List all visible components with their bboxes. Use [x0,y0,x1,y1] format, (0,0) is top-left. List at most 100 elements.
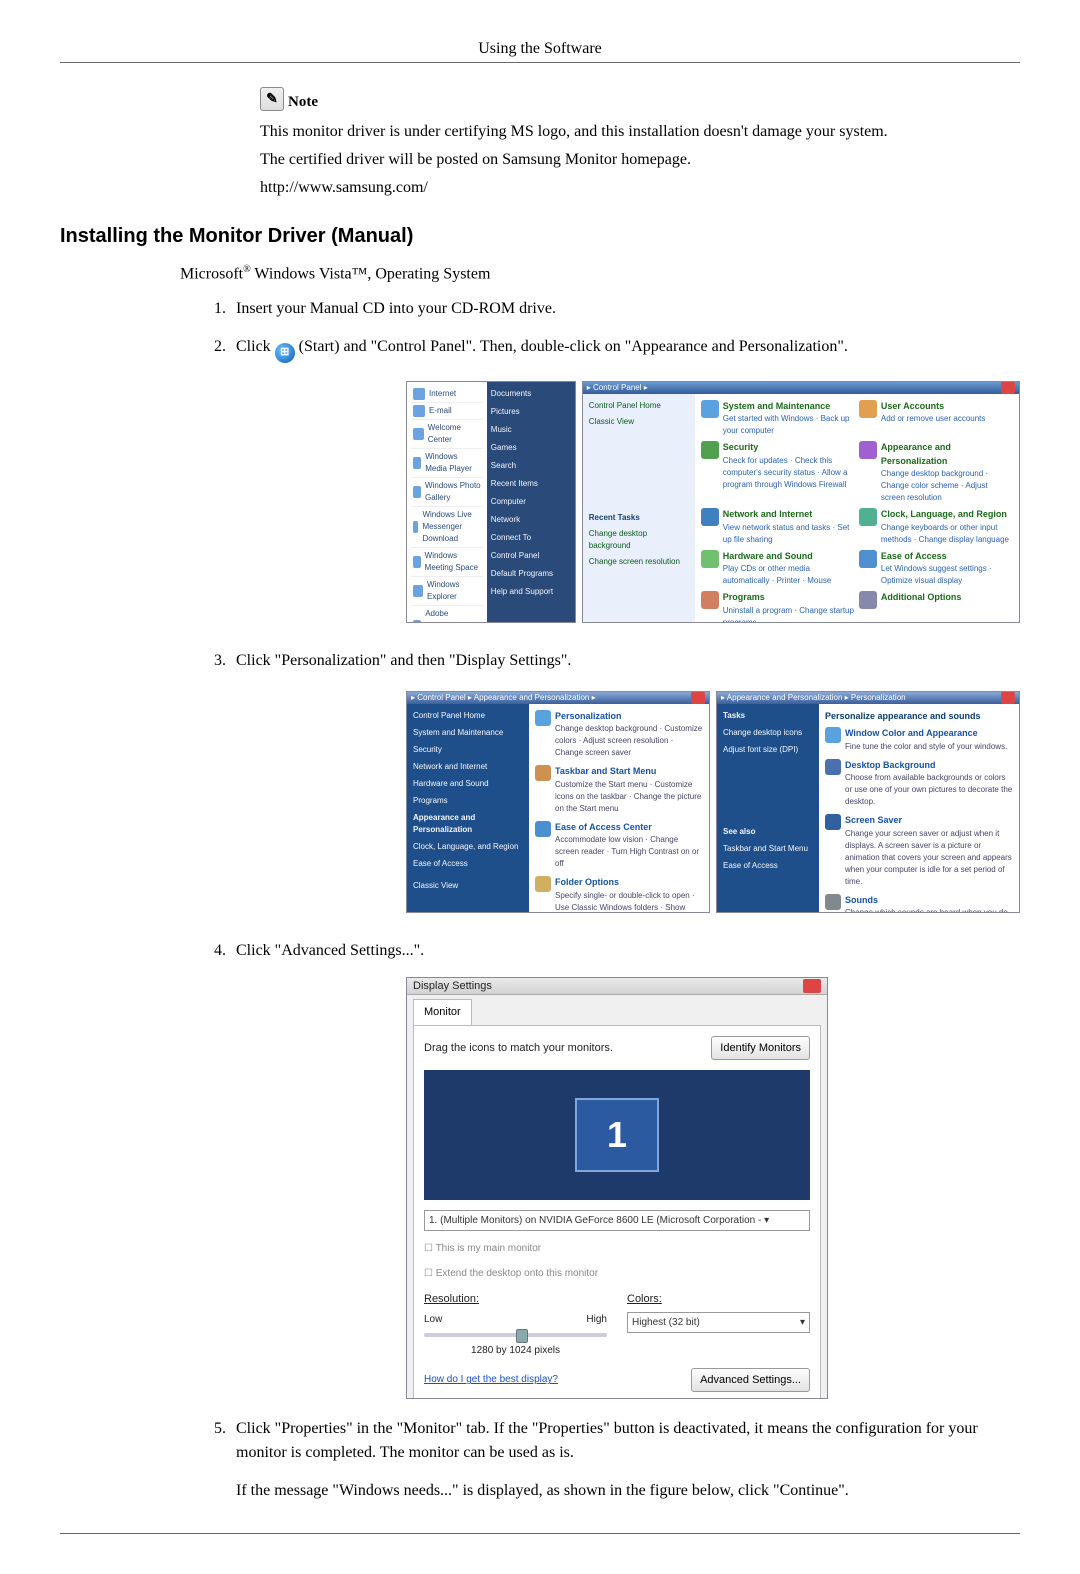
sm-item[interactable]: Internet [411,386,483,403]
side-item[interactable]: Change desktop icons [723,727,813,739]
side-item[interactable]: Control Panel Home [413,710,523,722]
step-3-text: Click "Personalization" and then "Displa… [236,652,571,669]
help-link[interactable]: How do I get the best display? [424,1372,558,1387]
sm-right-item[interactable]: Connect To [491,532,571,544]
close-icon[interactable] [1001,382,1015,394]
pr-item-sounds[interactable]: SoundsChange which sounds are heard when… [825,894,1013,913]
sm-right-item[interactable]: Recent Items [491,478,571,490]
monitor-preview[interactable]: 1 [424,1070,810,1200]
chevron-down-icon: ▾ [800,1315,805,1330]
cat-title: Clock, Language, and Region [881,508,1013,522]
cat-title: Security [723,441,855,455]
users-icon [859,400,877,418]
folder-icon [535,876,551,892]
sm-item[interactable]: Windows Meeting Space [411,548,483,577]
side-item[interactable]: Ease of Access [723,860,813,872]
start-menu-right: Documents Pictures Music Games Search Re… [487,382,575,622]
cpl-cat-hardware[interactable]: Hardware and SoundPlay CDs or other medi… [701,550,855,588]
side-item[interactable]: Programs [413,795,523,807]
resolution-group: Resolution: Low High 1280 by 1024 pixels [424,1291,607,1358]
pers-item-ease[interactable]: Ease of Access CenterAccommodate low vis… [535,821,703,871]
pr-item-saver[interactable]: Screen SaverChange your screen saver or … [825,814,1013,888]
step-1: Insert your Manual CD into your CD-ROM d… [230,297,1020,321]
side-item[interactable]: Hardware and Sound [413,778,523,790]
cpl-side-bg[interactable]: Change desktop background [589,528,689,552]
slider-knob[interactable] [516,1329,528,1343]
side-item-active[interactable]: Appearance and Personalization [413,812,523,836]
sm-item[interactable]: Adobe Photoshop CS2 [411,606,483,623]
cpl-cat-network[interactable]: Network and InternetView network status … [701,508,855,546]
cpl-side-res[interactable]: Change screen resolution [589,556,689,568]
sm-right-item[interactable]: Default Programs [491,568,571,580]
side-item[interactable]: Security [413,744,523,756]
ease-icon [535,821,551,837]
sm-right-item[interactable]: Search [491,460,571,472]
item-sub: Accommodate low vision · Change screen r… [555,834,703,870]
breadcrumb: ▸ Appearance and Personalization ▸ Perso… [721,692,906,704]
note-url: http://www.samsung.com/ [260,179,1020,197]
sm-right-item[interactable]: Help and Support [491,586,571,598]
sm-right-item[interactable]: Control Panel [491,550,571,562]
cpl-cat-users[interactable]: User AccountsAdd or remove user accounts [859,400,1013,438]
sm-item[interactable]: Windows Photo Gallery [411,478,483,507]
side-item[interactable]: System and Maintenance [413,727,523,739]
cpl-cat-additional[interactable]: Additional Options [859,591,1013,623]
colors-dropdown[interactable]: Highest (32 bit)▾ [627,1312,810,1333]
colors-group: Colors: Highest (32 bit)▾ [627,1291,810,1358]
app-icon [413,428,424,440]
cat-title: Hardware and Sound [723,550,855,564]
close-icon[interactable] [691,692,705,704]
cpl-cat-clock[interactable]: Clock, Language, and RegionChange keyboa… [859,508,1013,546]
cpl-cat-security[interactable]: SecurityCheck for updates · Check this c… [701,441,855,504]
monitor-icon-1[interactable]: 1 [575,1098,659,1172]
cpl-cat-appearance[interactable]: Appearance and PersonalizationChange des… [859,441,1013,504]
side-item[interactable]: Ease of Access [413,858,523,870]
app-icon [413,585,423,597]
side-item[interactable]: Clock, Language, and Region [413,841,523,853]
sm-item[interactable]: Windows Live Messenger Download [411,507,483,548]
note-line-1: This monitor driver is under certifying … [260,123,1020,141]
pers-item-folder[interactable]: Folder OptionsSpecify single- or double-… [535,876,703,913]
sm-right-item[interactable]: Documents [491,388,571,400]
cpl-side-classic[interactable]: Classic View [589,416,689,428]
cat-sub: Get started with Windows · Back up your … [723,413,855,437]
side-item[interactable]: Adjust font size (DPI) [723,744,813,756]
sm-item[interactable]: Windows Explorer [411,577,483,606]
note-icon: ✎ [260,87,284,111]
cpl-side-home[interactable]: Control Panel Home [589,400,689,412]
breadcrumb: ▸ Control Panel ▸ Appearance and Persona… [411,692,596,704]
cpl-cat-ease[interactable]: Ease of AccessLet Windows suggest settin… [859,550,1013,588]
pers-item-personalization[interactable]: PersonalizationChange desktop background… [535,710,703,760]
sm-right-item[interactable]: Computer [491,496,571,508]
item-title: Window Color and Appearance [845,727,1007,741]
app-icon [413,556,421,568]
pr-item-color[interactable]: Window Color and AppearanceFine tune the… [825,727,1013,753]
cpl-cat-programs[interactable]: ProgramsUninstall a program · Change sta… [701,591,855,623]
pr-item-bg[interactable]: Desktop BackgroundChoose from available … [825,759,1013,809]
steps-list: Insert your Manual CD into your CD-ROM d… [200,297,1020,1502]
monitor-tab[interactable]: Monitor [413,999,472,1025]
item-sub: Change which sounds are heard when you d… [845,907,1013,913]
advanced-settings-button[interactable]: Advanced Settings... [691,1368,810,1393]
close-icon[interactable] [1001,692,1015,704]
pers-item-taskbar[interactable]: Taskbar and Start MenuCustomize the Star… [535,765,703,815]
side-item[interactable]: Taskbar and Start Menu [723,843,813,855]
checkbox-extend-desktop[interactable]: ☐ Extend the desktop onto this monitor [424,1266,810,1281]
resolution-slider[interactable] [424,1333,607,1337]
sm-right-item[interactable]: Pictures [491,406,571,418]
sm-item[interactable]: Welcome Center [411,420,483,449]
cpl-cat-system[interactable]: System and MaintenanceGet started with W… [701,400,855,438]
sm-right-item[interactable]: Network [491,514,571,526]
app-icon [413,388,425,400]
identify-monitors-button[interactable]: Identify Monitors [711,1036,810,1061]
sm-right-item[interactable]: Games [491,442,571,454]
item-sub: Change desktop background · Customize co… [555,723,703,759]
sm-item[interactable]: Windows Media Player [411,449,483,478]
close-icon[interactable] [803,979,821,993]
monitor-dropdown[interactable]: 1. (Multiple Monitors) on NVIDIA GeForce… [424,1210,810,1231]
side-item[interactable]: Classic View [413,880,523,892]
sm-right-item[interactable]: Music [491,424,571,436]
sm-item[interactable]: E-mail [411,403,483,420]
checkbox-main-monitor[interactable]: ☐ This is my main monitor [424,1241,810,1256]
side-item[interactable]: Network and Internet [413,761,523,773]
